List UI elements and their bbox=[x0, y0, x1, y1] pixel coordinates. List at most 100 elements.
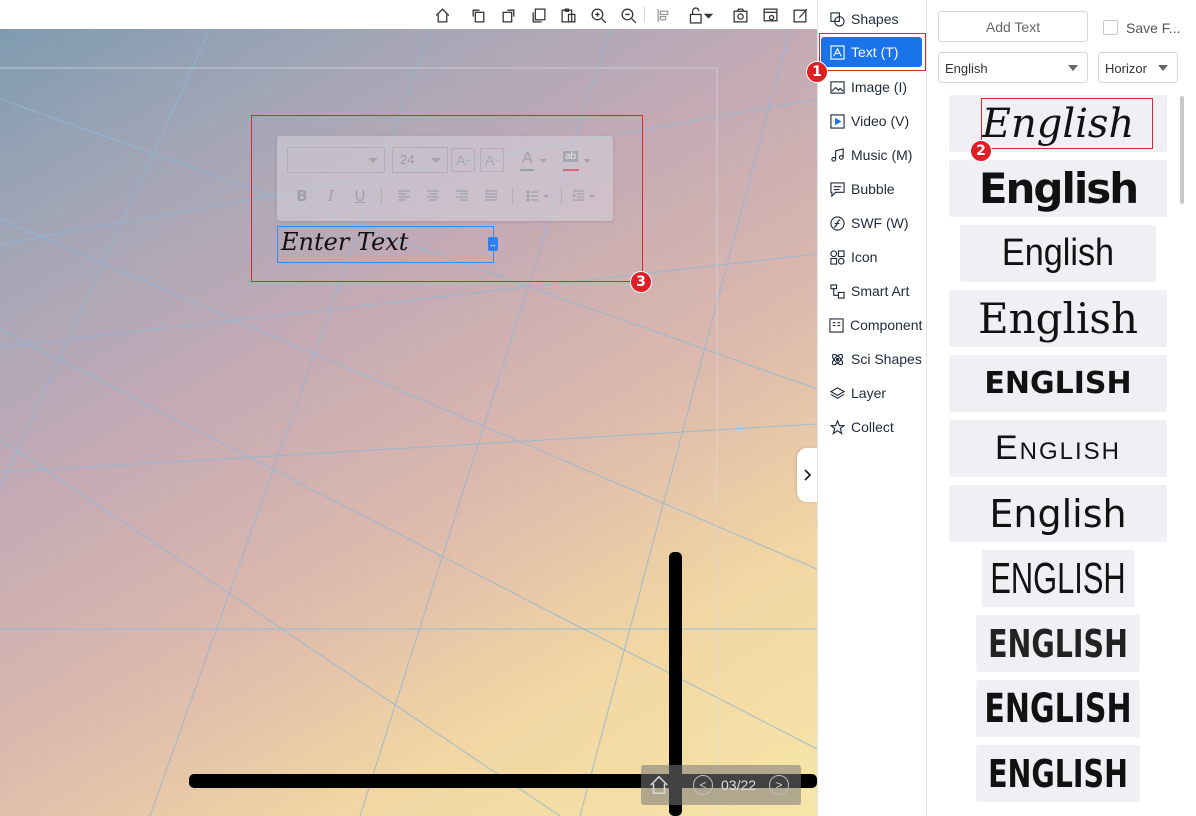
add-text-button[interactable]: Add Text bbox=[938, 11, 1088, 42]
align-left-icon[interactable] bbox=[393, 185, 415, 207]
rotate-left-icon[interactable] bbox=[467, 4, 489, 26]
font-sample-item[interactable]: English bbox=[959, 225, 1157, 282]
resize-handle-icon[interactable]: ↔ bbox=[488, 237, 498, 251]
font-sample-text: ENGLISH bbox=[990, 553, 1126, 603]
align-justify-icon[interactable] bbox=[480, 185, 502, 207]
font-sample-item[interactable]: English bbox=[949, 160, 1167, 217]
copy-icon[interactable] bbox=[527, 4, 549, 26]
layer-icon bbox=[829, 385, 845, 401]
video-icon bbox=[829, 113, 845, 129]
text-direction-select[interactable]: Horizor bbox=[1098, 52, 1178, 83]
paste-icon[interactable] bbox=[557, 4, 579, 26]
font-sample-item[interactable]: English bbox=[949, 290, 1167, 347]
menu-item-music[interactable]: Music (M) bbox=[821, 140, 922, 170]
save-font-checkbox[interactable] bbox=[1103, 20, 1118, 35]
menu-item-label: Icon bbox=[851, 249, 878, 265]
menu-item-collect[interactable]: Collect bbox=[821, 412, 922, 442]
font-sample-text: English bbox=[1001, 232, 1115, 274]
canvas-area[interactable]: 3 24 A + A − A ab B I U Enter Text ↔ < 0… bbox=[0, 0, 817, 816]
menu-item-label: Video (V) bbox=[851, 113, 910, 129]
annotation-badge-2: 2 bbox=[970, 140, 992, 162]
font-sample-text: ENGLISH bbox=[984, 366, 1132, 401]
language-select[interactable]: English bbox=[938, 52, 1088, 83]
text-box[interactable]: Enter Text bbox=[277, 226, 494, 263]
camera-icon[interactable] bbox=[729, 4, 751, 26]
font-sample-text: ENGLISH bbox=[988, 751, 1128, 796]
toolbar-divider bbox=[644, 6, 645, 22]
font-sample-item[interactable]: English bbox=[949, 420, 1167, 477]
menu-item-icon[interactable]: Icon bbox=[821, 242, 922, 272]
screen-record-icon[interactable] bbox=[759, 4, 781, 26]
menu-item-label: SWF (W) bbox=[851, 215, 909, 231]
previous-page-button[interactable]: < bbox=[693, 775, 713, 795]
edit-icon[interactable] bbox=[789, 4, 811, 26]
font-sample-item[interactable]: ENGLISH bbox=[949, 355, 1167, 412]
insert-menu: Shapes Text (T) Image (I) Video (V) Musi… bbox=[806, 0, 927, 816]
text-box-content[interactable]: Enter Text bbox=[281, 228, 408, 256]
menu-item-swf[interactable]: SWF (W) bbox=[821, 208, 922, 238]
indent-icon[interactable] bbox=[570, 185, 600, 207]
star-icon bbox=[829, 419, 845, 435]
align-center-icon[interactable] bbox=[422, 185, 444, 207]
zoom-in-icon[interactable] bbox=[587, 4, 609, 26]
menu-item-video[interactable]: Video (V) bbox=[821, 106, 922, 136]
font-family-select[interactable] bbox=[287, 147, 385, 173]
menu-item-bubble[interactable]: Bubble bbox=[821, 174, 922, 204]
increase-font-size-button[interactable]: A + bbox=[451, 148, 475, 172]
annotation-box-font-sample bbox=[981, 98, 1153, 149]
page-navigator: < 03/22 > bbox=[641, 765, 801, 805]
underline-button[interactable]: U bbox=[349, 185, 371, 207]
italic-button[interactable]: I bbox=[320, 185, 342, 207]
home-icon[interactable] bbox=[648, 774, 670, 796]
bubble-icon bbox=[829, 181, 845, 197]
highlight-color-button[interactable]: ab bbox=[563, 150, 597, 172]
menu-item-label: Sci Shapes bbox=[851, 351, 922, 367]
menu-item-label: Smart Art bbox=[851, 283, 910, 299]
annotation-badge-3: 3 bbox=[630, 271, 652, 293]
menu-item-label: Bubble bbox=[851, 181, 895, 197]
annotation-badge-1: 1 bbox=[806, 61, 828, 83]
menu-item-shapes[interactable]: Shapes bbox=[821, 4, 922, 34]
collapse-panel-button[interactable] bbox=[797, 448, 817, 502]
menu-item-label: Music (M) bbox=[851, 147, 913, 163]
sci-shapes-icon bbox=[829, 351, 845, 367]
image-icon bbox=[829, 79, 845, 95]
menu-item-label: Shapes bbox=[851, 11, 899, 27]
menu-item-sci-shapes[interactable]: Sci Shapes bbox=[821, 344, 922, 374]
font-sample-text: English bbox=[994, 429, 1122, 467]
menu-item-image[interactable]: Image (I) bbox=[821, 72, 922, 102]
bold-button[interactable]: B bbox=[291, 185, 313, 207]
smart-art-icon bbox=[829, 283, 845, 299]
font-sample-text: ENGLISH bbox=[984, 685, 1132, 732]
bullet-list-icon[interactable] bbox=[524, 185, 554, 207]
top-toolbar bbox=[0, 0, 817, 29]
font-list-scrollbar[interactable] bbox=[1180, 96, 1184, 204]
music-icon bbox=[829, 147, 845, 163]
align-right-icon[interactable] bbox=[451, 185, 473, 207]
menu-item-label: Component bbox=[850, 317, 923, 333]
font-sample-item[interactable]: ENGLISH bbox=[981, 550, 1135, 607]
font-sample-text: ENGLISH bbox=[988, 621, 1128, 666]
lock-icon[interactable] bbox=[684, 4, 716, 26]
font-sample-item[interactable]: English bbox=[949, 485, 1167, 542]
home-icon[interactable] bbox=[431, 4, 453, 26]
font-sample-item[interactable]: ENGLISH bbox=[976, 745, 1140, 802]
swf-icon bbox=[829, 215, 845, 231]
menu-item-layer[interactable]: Layer bbox=[821, 378, 922, 408]
align-icon[interactable] bbox=[652, 4, 674, 26]
menu-item-smart-art[interactable]: Smart Art bbox=[821, 276, 922, 306]
decrease-font-size-button[interactable]: A − bbox=[480, 148, 504, 172]
next-page-button[interactable]: > bbox=[769, 775, 789, 795]
menu-item-component[interactable]: Component bbox=[821, 310, 922, 340]
font-color-button[interactable]: A bbox=[520, 150, 552, 172]
font-sample-text: English bbox=[989, 491, 1127, 536]
font-size-select[interactable]: 24 bbox=[392, 147, 448, 173]
font-sample-item[interactable]: ENGLISH bbox=[976, 615, 1140, 672]
font-sample-item[interactable]: ENGLISH bbox=[976, 680, 1140, 737]
font-panel: Add Text Save F... English Horizor Engli… bbox=[927, 0, 1196, 816]
rotate-right-icon[interactable] bbox=[497, 4, 519, 26]
icon-grid-icon bbox=[829, 249, 845, 265]
format-divider bbox=[381, 187, 382, 205]
format-divider bbox=[561, 187, 562, 205]
zoom-out-icon[interactable] bbox=[617, 4, 639, 26]
